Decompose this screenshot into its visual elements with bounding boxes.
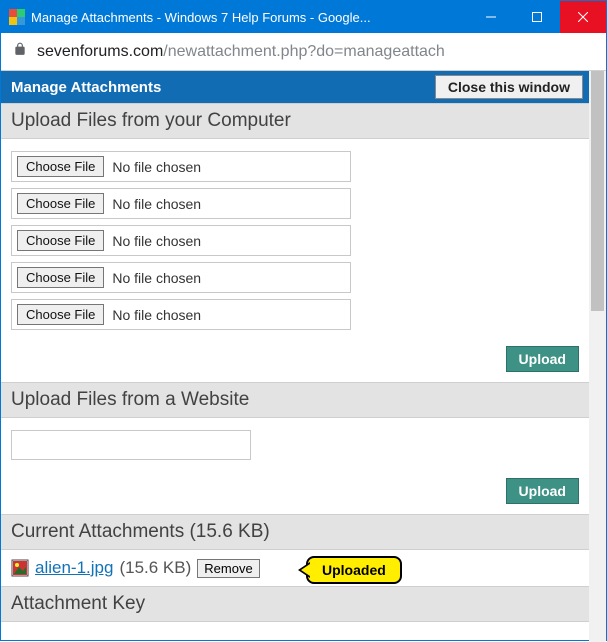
maximize-button[interactable] (514, 1, 560, 33)
attachment-name-link[interactable]: alien-1.jpg (35, 558, 113, 578)
window-title: Manage Attachments - Windows 7 Help Foru… (31, 10, 468, 25)
attachment-row: alien-1.jpg (15.6 KB) Remove Uploaded (1, 550, 589, 586)
file-row: Choose File No file chosen (11, 299, 351, 330)
panel-title: Manage Attachments (7, 79, 161, 96)
url-path: /newattachment.php?do=manageattach (163, 43, 445, 60)
file-status-text: No file chosen (112, 270, 201, 286)
address-bar[interactable]: sevenforums.com/newattachment.php?do=man… (1, 33, 606, 71)
close-button[interactable] (560, 1, 606, 33)
scrollbar-track[interactable] (589, 71, 606, 642)
window-titlebar: Manage Attachments - Windows 7 Help Foru… (1, 1, 606, 33)
upload-button[interactable]: Upload (506, 346, 579, 372)
file-status-text: No file chosen (112, 159, 201, 175)
page-viewport: Manage Attachments Close this window Upl… (1, 71, 606, 642)
section-key-title: Attachment Key (1, 586, 589, 622)
choose-file-button[interactable]: Choose File (17, 230, 104, 251)
upload-button[interactable]: Upload (506, 478, 579, 504)
attachment-size: (15.6 KB) (119, 558, 191, 578)
file-status-text: No file chosen (112, 196, 201, 212)
panel-header: Manage Attachments Close this window (1, 71, 589, 103)
image-file-icon (11, 559, 29, 577)
section-current-title: Current Attachments (15.6 KB) (1, 514, 589, 550)
minimize-button[interactable] (468, 1, 514, 33)
file-status-text: No file chosen (112, 233, 201, 249)
computer-upload-button-row: Upload (1, 340, 589, 382)
remove-attachment-button[interactable]: Remove (197, 559, 259, 578)
website-upload-button-row: Upload (1, 472, 589, 514)
file-row: Choose File No file chosen (11, 262, 351, 293)
lock-icon (13, 42, 27, 61)
choose-file-button[interactable]: Choose File (17, 156, 104, 177)
section-computer-title: Upload Files from your Computer (1, 103, 589, 139)
app-icon (9, 9, 25, 25)
file-row: Choose File No file chosen (11, 225, 351, 256)
close-window-button[interactable]: Close this window (435, 75, 583, 99)
website-url-input[interactable] (11, 430, 251, 460)
file-row: Choose File No file chosen (11, 151, 351, 182)
computer-upload-area: Choose File No file chosen Choose File N… (1, 139, 589, 340)
scrollbar-thumb[interactable] (591, 71, 604, 311)
file-row: Choose File No file chosen (11, 188, 351, 219)
url-text: sevenforums.com/newattachment.php?do=man… (37, 43, 445, 61)
choose-file-button[interactable]: Choose File (17, 193, 104, 214)
url-host: sevenforums.com (37, 43, 163, 60)
file-status-text: No file chosen (112, 307, 201, 323)
choose-file-button[interactable]: Choose File (17, 267, 104, 288)
website-upload-area (1, 418, 589, 472)
choose-file-button[interactable]: Choose File (17, 304, 104, 325)
uploaded-callout: Uploaded (306, 556, 402, 584)
section-website-title: Upload Files from a Website (1, 382, 589, 418)
